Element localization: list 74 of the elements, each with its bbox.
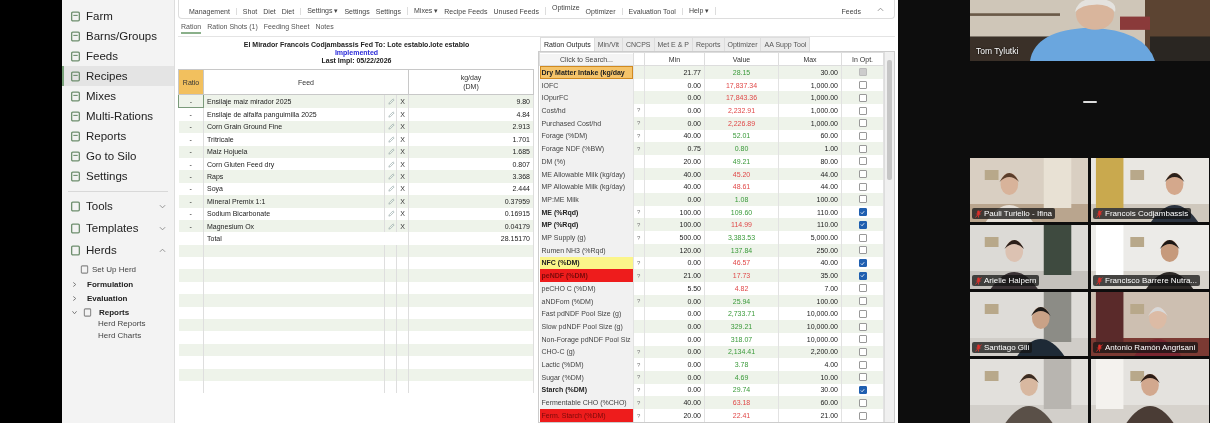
checkbox[interactable]: [858, 373, 867, 382]
sidebar-item[interactable]: Settings: [62, 166, 174, 186]
checkbox[interactable]: [858, 119, 867, 128]
tree-item[interactable]: Reports: [62, 305, 174, 319]
checkbox[interactable]: [858, 93, 867, 102]
page-icon: [70, 90, 81, 102]
checkbox[interactable]: [858, 170, 867, 179]
participant-name: Francois Codjambassis: [1093, 208, 1192, 219]
page-icon: [70, 50, 81, 62]
checkbox[interactable]: [858, 182, 867, 191]
page-icon: [70, 222, 81, 234]
checkbox[interactable]: [858, 233, 867, 242]
tree-item[interactable]: Set Up Herd: [62, 261, 174, 277]
checkbox[interactable]: [858, 208, 867, 217]
chevron-up-icon: [159, 247, 166, 253]
participant-name: Francisco Barrere Nutra...: [1093, 275, 1201, 286]
sidebar-item[interactable]: Go to Silo: [62, 146, 174, 166]
checkbox[interactable]: [858, 335, 867, 344]
participant-name: Tom Tylutki: [975, 45, 1020, 57]
participant-name: Pauli Turiello - Ifina: [972, 208, 1056, 219]
sidebar-item[interactable]: Barns/Groups: [62, 26, 174, 46]
chevron-down-icon: [159, 225, 166, 231]
checkbox[interactable]: [858, 360, 867, 369]
participant-name: Arielle Halpern: [972, 275, 1040, 286]
page-icon: [70, 30, 81, 42]
page-icon: [70, 130, 81, 142]
tree-item[interactable]: Herd Reports: [62, 319, 174, 331]
sidebar-section[interactable]: Herds: [62, 239, 174, 261]
page-icon: [70, 170, 81, 182]
page-icon: [70, 244, 81, 256]
sidebar-section[interactable]: Tools: [62, 195, 174, 217]
sidebar-item[interactable]: Farm: [62, 6, 174, 26]
tree-item[interactable]: Evaluation: [62, 291, 174, 305]
scrollbar[interactable]: [884, 52, 894, 422]
checkbox[interactable]: [858, 347, 867, 356]
sidebar-item[interactable]: Multi-Rations: [62, 106, 174, 126]
collapse-icon[interactable]: [877, 7, 884, 12]
checkbox[interactable]: [858, 81, 867, 90]
sidebar-item[interactable]: Reports: [62, 126, 174, 146]
chevron-icon: [72, 281, 77, 287]
checkbox[interactable]: [858, 157, 867, 166]
sidebar-section[interactable]: Templates: [62, 217, 174, 239]
page-icon: [70, 10, 81, 22]
checkbox[interactable]: [858, 106, 867, 115]
page-icon: [70, 150, 81, 162]
sidebar-item[interactable]: Recipes: [62, 66, 174, 86]
checkbox[interactable]: [858, 144, 867, 153]
page-icon: [83, 307, 92, 317]
page-icon: [80, 264, 89, 274]
checkbox[interactable]: [858, 195, 867, 204]
tree-item[interactable]: Herd Charts: [62, 331, 174, 343]
checkbox[interactable]: [858, 259, 867, 267]
participant-name: Santiago Gili: [972, 342, 1033, 353]
page-icon: [70, 110, 81, 122]
checkbox[interactable]: [858, 398, 867, 407]
sidebar-item[interactable]: Feeds: [62, 46, 174, 66]
checkbox[interactable]: [858, 309, 867, 318]
sidebar-item[interactable]: Mixes: [62, 86, 174, 106]
chevron-icon: [72, 309, 77, 315]
checkbox[interactable]: [858, 411, 867, 420]
participant-name: Antonio Ramón Angrisani: [1093, 342, 1199, 353]
tree-item[interactable]: Formulation: [62, 277, 174, 291]
checkbox[interactable]: [858, 297, 867, 306]
checkbox[interactable]: [858, 284, 867, 293]
chevron-icon: [72, 295, 77, 301]
page-icon: [70, 200, 81, 212]
checkbox[interactable]: [858, 271, 867, 280]
checkbox[interactable]: [858, 386, 867, 395]
checkbox[interactable]: [858, 131, 867, 140]
page-icon: [70, 70, 81, 82]
chevron-down-icon: [159, 203, 166, 209]
checkbox[interactable]: [858, 220, 867, 229]
checkbox[interactable]: [858, 246, 867, 255]
checkbox[interactable]: [858, 322, 867, 331]
